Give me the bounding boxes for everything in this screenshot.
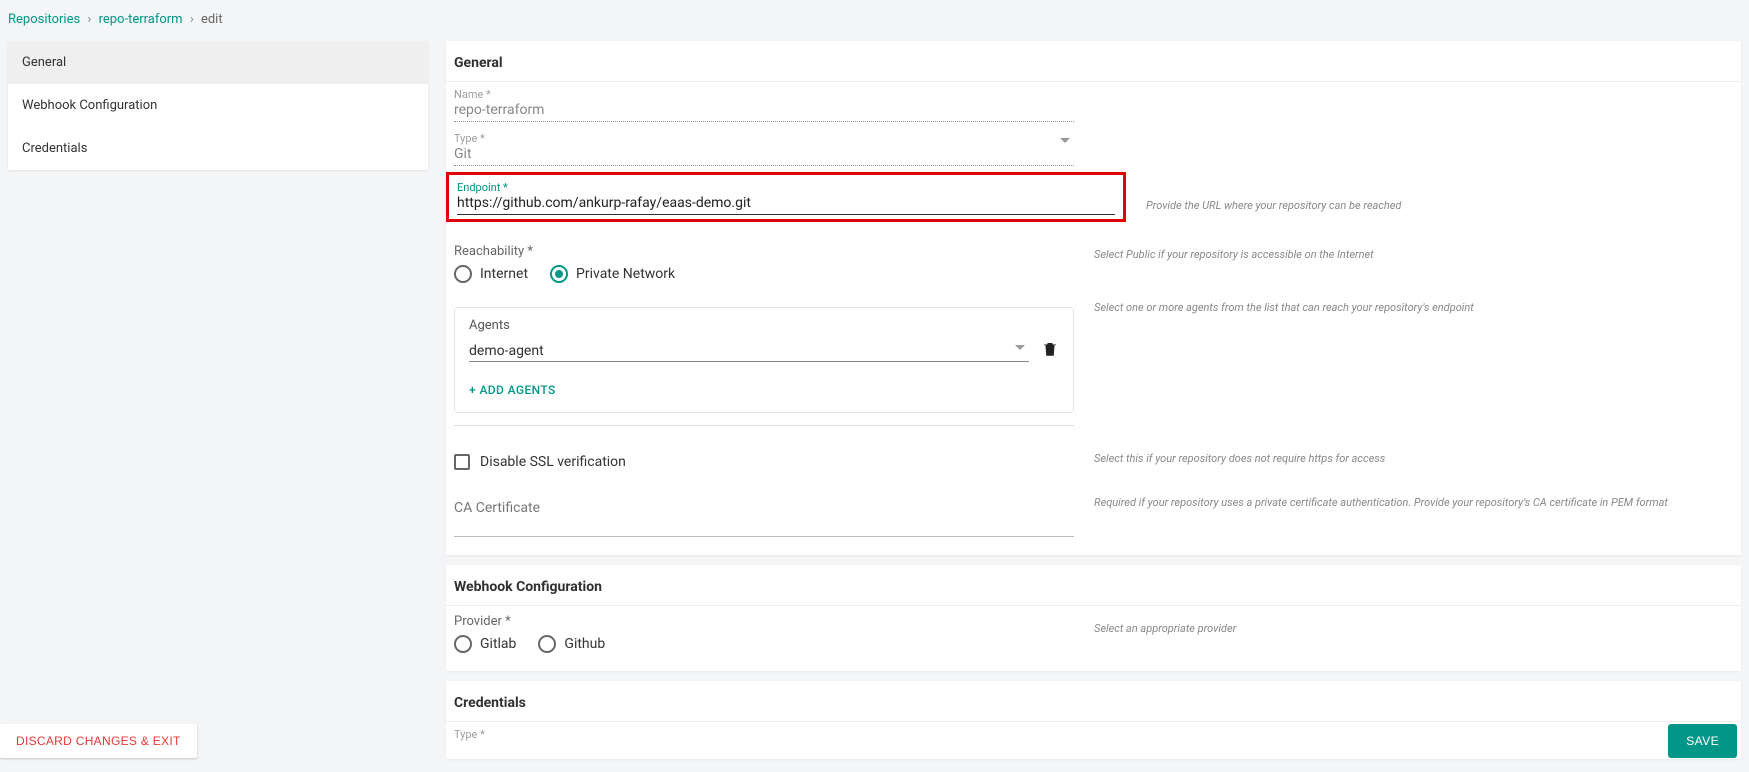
radio-icon [550, 265, 568, 283]
breadcrumb-sep: › [87, 12, 91, 27]
radio-icon [538, 635, 556, 653]
radio-label: Private Network [576, 266, 675, 282]
ssl-help: Select this if your repository does not … [1094, 436, 1733, 465]
sidebar-item-label: General [22, 55, 66, 70]
reachability-help: Select Public if your repository is acce… [1094, 232, 1733, 261]
sidebar-item-general[interactable]: General [8, 41, 428, 84]
webhook-card: Webhook Configuration Provider * Gitlab [446, 565, 1741, 671]
provider-label: Provider * [454, 614, 1074, 629]
sidebar-item-label: Webhook Configuration [22, 98, 157, 113]
card-title: General [446, 41, 1741, 82]
agent-select[interactable]: demo-agent [469, 341, 1029, 362]
divider [454, 425, 1074, 426]
radio-gitlab[interactable]: Gitlab [454, 635, 516, 653]
ca-help: Required if your repository uses a priva… [1094, 480, 1733, 509]
endpoint-highlight: Endpoint * https://github.com/ankurp-raf… [446, 172, 1126, 222]
agent-value: demo-agent [469, 343, 544, 359]
general-card: General Name * repo-terraform Type * Git [446, 41, 1741, 555]
breadcrumb-current: edit [201, 12, 223, 27]
card-title: Webhook Configuration [446, 565, 1741, 606]
agents-help: Select one or more agents from the list … [1094, 293, 1733, 314]
radio-label: Internet [480, 266, 528, 282]
endpoint-help: Provide the URL where your repository ca… [1146, 183, 1733, 212]
breadcrumb: Repositories › repo-terraform › edit [8, 10, 1741, 41]
agents-card: Agents demo-agent [454, 307, 1074, 413]
endpoint-input[interactable]: https://github.com/ankurp-rafay/eaas-dem… [457, 194, 1115, 215]
radio-label: Github [564, 636, 605, 652]
breadcrumb-root[interactable]: Repositories [8, 12, 80, 27]
sidebar-item-label: Credentials [22, 141, 87, 156]
type-select[interactable]: Git [454, 145, 1074, 166]
ca-input[interactable] [454, 536, 1074, 537]
checkbox-icon [454, 454, 470, 470]
radio-icon [454, 265, 472, 283]
agents-title: Agents [469, 318, 1059, 333]
name-label: Name * [454, 88, 1074, 101]
trash-icon[interactable] [1041, 339, 1059, 363]
type-value: Git [454, 145, 1074, 163]
radio-private-network[interactable]: Private Network [550, 265, 675, 283]
sidebar-item-webhook[interactable]: Webhook Configuration [8, 84, 428, 127]
add-agents-button[interactable]: + ADD AGENTS [469, 383, 556, 397]
breadcrumb-sep: › [190, 12, 194, 27]
type-label: Type * [454, 132, 1074, 145]
ssl-checkbox[interactable]: Disable SSL verification [454, 454, 1074, 470]
radio-icon [454, 635, 472, 653]
radio-github[interactable]: Github [538, 635, 605, 653]
name-field: repo-terraform [454, 101, 1074, 122]
footer: DISCARD CHANGES & EXIT SAVE [0, 714, 1749, 772]
radio-label: Gitlab [480, 636, 516, 652]
sidebar: General Webhook Configuration Credential… [8, 41, 428, 170]
endpoint-value: https://github.com/ankurp-rafay/eaas-dem… [457, 194, 1115, 212]
breadcrumb-repo[interactable]: repo-terraform [99, 12, 183, 27]
name-value: repo-terraform [454, 101, 1074, 119]
endpoint-label: Endpoint * [457, 181, 1115, 194]
save-button[interactable]: SAVE [1668, 724, 1737, 758]
ssl-label: Disable SSL verification [480, 454, 626, 470]
discard-button[interactable]: DISCARD CHANGES & EXIT [0, 724, 197, 758]
sidebar-item-credentials[interactable]: Credentials [8, 127, 428, 170]
ca-label: CA Certificate [454, 500, 1074, 516]
provider-help: Select an appropriate provider [1094, 614, 1733, 635]
main-content: General Name * repo-terraform Type * Git [446, 41, 1741, 769]
chevron-down-icon [1060, 138, 1070, 143]
chevron-down-icon [1015, 345, 1025, 350]
reachability-label: Reachability * [454, 244, 1074, 259]
radio-internet[interactable]: Internet [454, 265, 528, 283]
